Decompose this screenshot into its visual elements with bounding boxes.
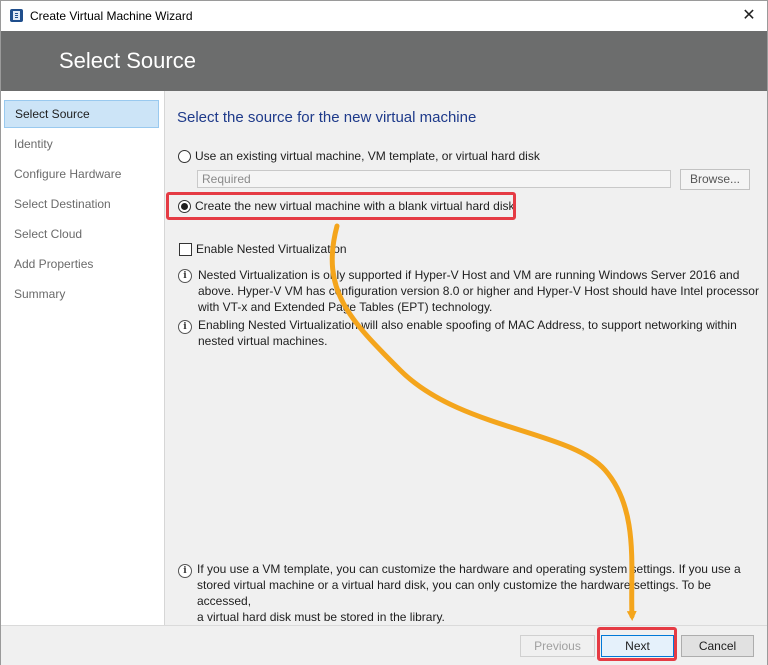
title-bar: Create Virtual Machine Wizard ✕ bbox=[1, 1, 767, 31]
existing-source-radio[interactable] bbox=[178, 150, 191, 163]
template-info-text: If you use a VM template, you can custom… bbox=[197, 562, 741, 624]
wizard-steps-sidebar: Select Source Identity Configure Hardwar… bbox=[1, 91, 165, 625]
window-title: Create Virtual Machine Wizard bbox=[30, 9, 193, 23]
nested-virtualization-checkbox[interactable] bbox=[179, 243, 192, 256]
page-title: Select Source bbox=[59, 48, 196, 73]
browse-button[interactable]: Browse... bbox=[680, 169, 750, 190]
cancel-button[interactable]: Cancel bbox=[681, 635, 754, 657]
sidebar-item-select-destination[interactable]: Select Destination bbox=[4, 190, 159, 218]
wizard-window: Create Virtual Machine Wizard ✕ Select S… bbox=[0, 0, 768, 665]
info-icon: i bbox=[178, 269, 192, 283]
wizard-header: Select Source bbox=[1, 31, 767, 91]
sidebar-item-configure-hardware[interactable]: Configure Hardware bbox=[4, 160, 159, 188]
section-title: Select the source for the new virtual ma… bbox=[177, 109, 477, 126]
previous-button[interactable]: Previous bbox=[520, 635, 595, 657]
sidebar-item-identity[interactable]: Identity bbox=[4, 130, 159, 158]
sidebar-item-add-properties[interactable]: Add Properties bbox=[4, 250, 159, 278]
nested-virtualization-label: Enable Nested Virtualization bbox=[196, 242, 347, 256]
sidebar-item-select-cloud[interactable]: Select Cloud bbox=[4, 220, 159, 248]
sidebar-item-summary[interactable]: Summary bbox=[4, 280, 159, 308]
source-path-input[interactable] bbox=[197, 170, 671, 188]
nested-info-text: Nested Virtualization is only supported … bbox=[198, 268, 759, 314]
main-content: Select the source for the new virtual ma… bbox=[165, 91, 767, 625]
blank-disk-highlight bbox=[166, 192, 516, 220]
vmm-app-icon bbox=[10, 9, 23, 22]
mac-spoofing-info-text: Enabling Nested Virtualization will also… bbox=[198, 318, 737, 348]
next-button-highlight bbox=[597, 627, 677, 661]
info-icon: i bbox=[178, 564, 192, 578]
existing-source-label: Use an existing virtual machine, VM temp… bbox=[195, 149, 540, 163]
close-icon[interactable]: ✕ bbox=[737, 5, 761, 27]
sidebar-item-select-source[interactable]: Select Source bbox=[4, 100, 159, 128]
info-icon: i bbox=[178, 320, 192, 334]
